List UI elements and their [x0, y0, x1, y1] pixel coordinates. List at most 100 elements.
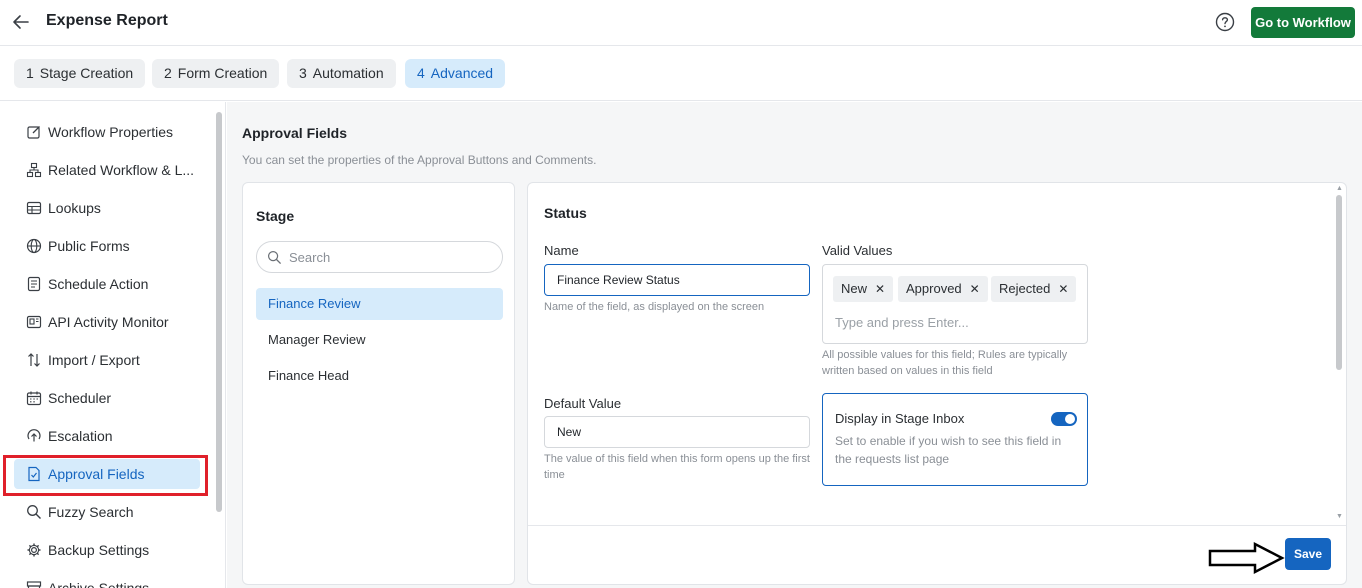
sidebar-item-scheduler[interactable]: Scheduler	[14, 383, 200, 413]
sidebar-item-label: Scheduler	[48, 390, 112, 406]
chip-label: Approved	[906, 281, 962, 296]
sidebar-item-label: Related Workflow & L...	[48, 162, 195, 178]
detail-scrollbar[interactable]	[1336, 195, 1342, 370]
sidebar-item-approval-fields[interactable]: Approval Fields	[14, 459, 200, 489]
sidebar-item-label: Fuzzy Search	[48, 504, 134, 520]
sidebar-item-lookups[interactable]: Lookups	[14, 193, 200, 223]
scroll-down-icon[interactable]: ▼	[1336, 513, 1343, 520]
default-value-hint: The value of this field when this form o…	[544, 453, 810, 481]
divider	[528, 525, 1346, 526]
default-value-field[interactable]	[544, 416, 810, 448]
stage-inbox-title: Display in Stage Inbox	[835, 411, 965, 426]
value-chip: Approved ✕	[898, 276, 988, 302]
sidebar-item-related-workflow[interactable]: Related Workflow & L...	[14, 155, 200, 185]
remove-chip-icon[interactable]: ✕	[970, 282, 980, 296]
valid-values-input[interactable]: New ✕ Approved ✕ Rejected ✕	[822, 264, 1088, 344]
field-detail-panel: Status Name Name of the field, as displa…	[527, 182, 1347, 585]
stage-item-manager-review[interactable]: Manager Review	[256, 324, 503, 356]
step-tabs: 1 Stage Creation 2 Form Creation 3 Automati…	[0, 47, 1362, 101]
sidebar-item-escalation[interactable]: Escalation	[14, 421, 200, 451]
tab-form-creation[interactable]: 2 Form Creation	[152, 59, 280, 88]
sidebar-item-workflow-properties[interactable]: Workflow Properties	[14, 117, 200, 147]
stage-inbox-toggle[interactable]	[1051, 412, 1077, 426]
back-arrow-icon[interactable]	[10, 11, 32, 33]
sidebar-item-schedule-action[interactable]: Schedule Action	[14, 269, 200, 299]
tab-advanced[interactable]: 4 Advanced	[405, 59, 506, 88]
chip-label: New	[841, 281, 868, 296]
stage-inbox-card: Display in Stage Inbox Set to enable if …	[822, 393, 1088, 486]
step-label: Form Creation	[177, 65, 268, 81]
sidebar-item-api-activity-monitor[interactable]: API Activity Monitor	[14, 307, 200, 337]
valid-values-label: Valid Values	[822, 243, 893, 258]
scroll-up-icon[interactable]: ▲	[1336, 185, 1343, 192]
chip-label: Rejected	[999, 281, 1051, 296]
annotation-arrow-icon	[1208, 541, 1285, 575]
name-label: Name	[544, 243, 579, 258]
field-title: Status	[544, 205, 587, 221]
value-chip: New ✕	[833, 276, 894, 302]
section-subtitle: You can set the properties of the Approv…	[242, 153, 597, 167]
swap-arrows-icon	[28, 353, 40, 367]
search-icon	[27, 505, 41, 519]
step-label: Advanced	[430, 65, 494, 81]
document-list-icon	[27, 276, 41, 292]
gear-icon	[27, 543, 41, 557]
remove-chip-icon[interactable]: ✕	[875, 282, 885, 296]
hierarchy-icon	[26, 162, 42, 178]
sidebar-item-label: Schedule Action	[48, 276, 149, 292]
page-title: Expense Report	[46, 12, 168, 29]
remove-chip-icon[interactable]: ✕	[1058, 282, 1068, 296]
escalation-icon	[27, 429, 41, 442]
api-monitor-icon	[26, 315, 42, 329]
help-icon[interactable]	[1214, 11, 1236, 33]
section-title: Approval Fields	[242, 125, 348, 141]
edit-icon	[27, 126, 40, 139]
valid-values-text-input[interactable]	[835, 312, 1065, 332]
step-number: 3	[299, 65, 307, 81]
value-chip: Rejected ✕	[991, 276, 1077, 302]
sidebar-item-label: Approval Fields	[48, 466, 145, 482]
step-number: 1	[26, 65, 34, 81]
sidebar: Workflow Properties Related Workflow & L…	[0, 102, 226, 588]
sidebar-item-archive-settings[interactable]: Archive Settings	[14, 573, 200, 588]
sidebar-item-backup-settings[interactable]: Backup Settings	[14, 535, 200, 565]
save-button[interactable]: Save	[1285, 538, 1331, 570]
step-number: 4	[417, 65, 425, 81]
archive-icon	[26, 581, 42, 588]
step-number: 2	[164, 65, 172, 81]
sidebar-item-label: Public Forms	[48, 238, 130, 254]
stage-search[interactable]	[256, 241, 503, 273]
stage-panel: Stage Finance Review Manager Review Fina…	[242, 182, 515, 585]
main-content: Approval Fields You can set the properti…	[227, 102, 1362, 588]
sidebar-item-label: API Activity Monitor	[48, 314, 169, 330]
go-to-workflow-button[interactable]: Go to Workflow	[1251, 7, 1355, 38]
sidebar-item-label: Backup Settings	[48, 542, 150, 558]
sidebar-item-label: Import / Export	[48, 352, 140, 368]
step-label: Stage Creation	[39, 65, 134, 81]
stage-inbox-description: Set to enable if you wish to see this fi…	[835, 434, 1062, 466]
stage-panel-title: Stage	[256, 208, 295, 224]
search-input[interactable]	[289, 248, 489, 267]
sidebar-item-fuzzy-search[interactable]: Fuzzy Search	[14, 497, 200, 527]
tab-stage-creation[interactable]: 1 Stage Creation	[14, 59, 146, 88]
sidebar-scrollbar[interactable]	[216, 112, 222, 512]
valid-values-hint: All possible values for this field; Rule…	[822, 349, 1068, 377]
stage-item-finance-review[interactable]: Finance Review	[256, 288, 503, 320]
sidebar-item-public-forms[interactable]: Public Forms	[14, 231, 200, 261]
approval-document-icon	[28, 466, 40, 482]
default-value-label: Default Value	[544, 396, 622, 411]
sidebar-item-label: Workflow Properties	[48, 124, 174, 140]
app-header: Expense Report Go to Workflow	[0, 0, 1362, 46]
sidebar-item-label: Lookups	[48, 200, 101, 216]
sidebar-item-label: Escalation	[48, 428, 113, 444]
globe-icon	[26, 238, 42, 254]
sidebar-item-import-export[interactable]: Import / Export	[14, 345, 200, 375]
tab-automation[interactable]: 3 Automation	[287, 59, 396, 88]
name-hint: Name of the field, as displayed on the s…	[544, 301, 765, 313]
step-label: Automation	[312, 65, 384, 81]
search-icon	[267, 250, 282, 265]
calendar-icon	[26, 391, 42, 406]
stage-item-finance-head[interactable]: Finance Head	[256, 360, 503, 392]
table-icon	[26, 201, 42, 215]
name-field[interactable]	[544, 264, 810, 296]
